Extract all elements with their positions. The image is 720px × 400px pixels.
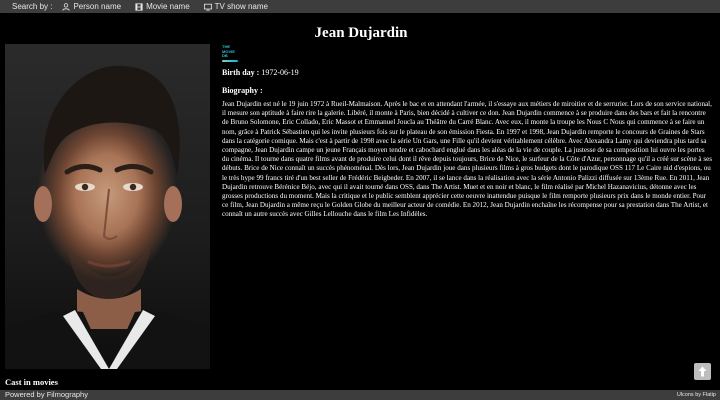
- tmdb-logo-bar: [222, 59, 238, 62]
- page-title: Jean Dujardin: [314, 25, 408, 41]
- footer-credit: Powered by Filmography: [5, 390, 88, 399]
- search-bar: Search by : Person name Movie name TV sh…: [0, 0, 720, 13]
- tmdb-logo-line-3: DB: [222, 53, 228, 58]
- birth-day: Birth day : 1972-06-19: [222, 68, 299, 78]
- scroll-top-button[interactable]: [694, 363, 711, 380]
- search-option-tv[interactable]: TV show name: [203, 0, 268, 13]
- tv-icon: [203, 3, 212, 11]
- person-icon: [62, 2, 71, 11]
- birth-day-value: 1972-06-19: [261, 68, 299, 77]
- footer-icons-credit: Ulcons by Flatip: [676, 392, 716, 398]
- cast-heading: Cast in movies: [5, 377, 58, 387]
- search-option-movie-label: Movie name: [146, 2, 190, 11]
- arrow-up-icon: [698, 366, 707, 377]
- biography-label: Biography :: [222, 86, 263, 95]
- film-icon: [135, 2, 143, 11]
- tmdb-logo: THE MOVIE DB: [222, 44, 239, 62]
- footer: Powered by Filmography Ulcons by Flatip: [0, 390, 720, 400]
- search-option-person-label: Person name: [73, 2, 122, 11]
- search-option-person[interactable]: Person name: [62, 0, 121, 13]
- search-by-label: Search by :: [12, 2, 53, 11]
- biography-text: Jean Dujardin est né le 19 juin 1972 à R…: [222, 100, 712, 219]
- search-option-movie[interactable]: Movie name: [135, 0, 190, 13]
- search-option-tv-label: TV show name: [214, 2, 268, 11]
- birth-day-label: Birth day :: [222, 68, 260, 77]
- profile-photo: [5, 44, 210, 369]
